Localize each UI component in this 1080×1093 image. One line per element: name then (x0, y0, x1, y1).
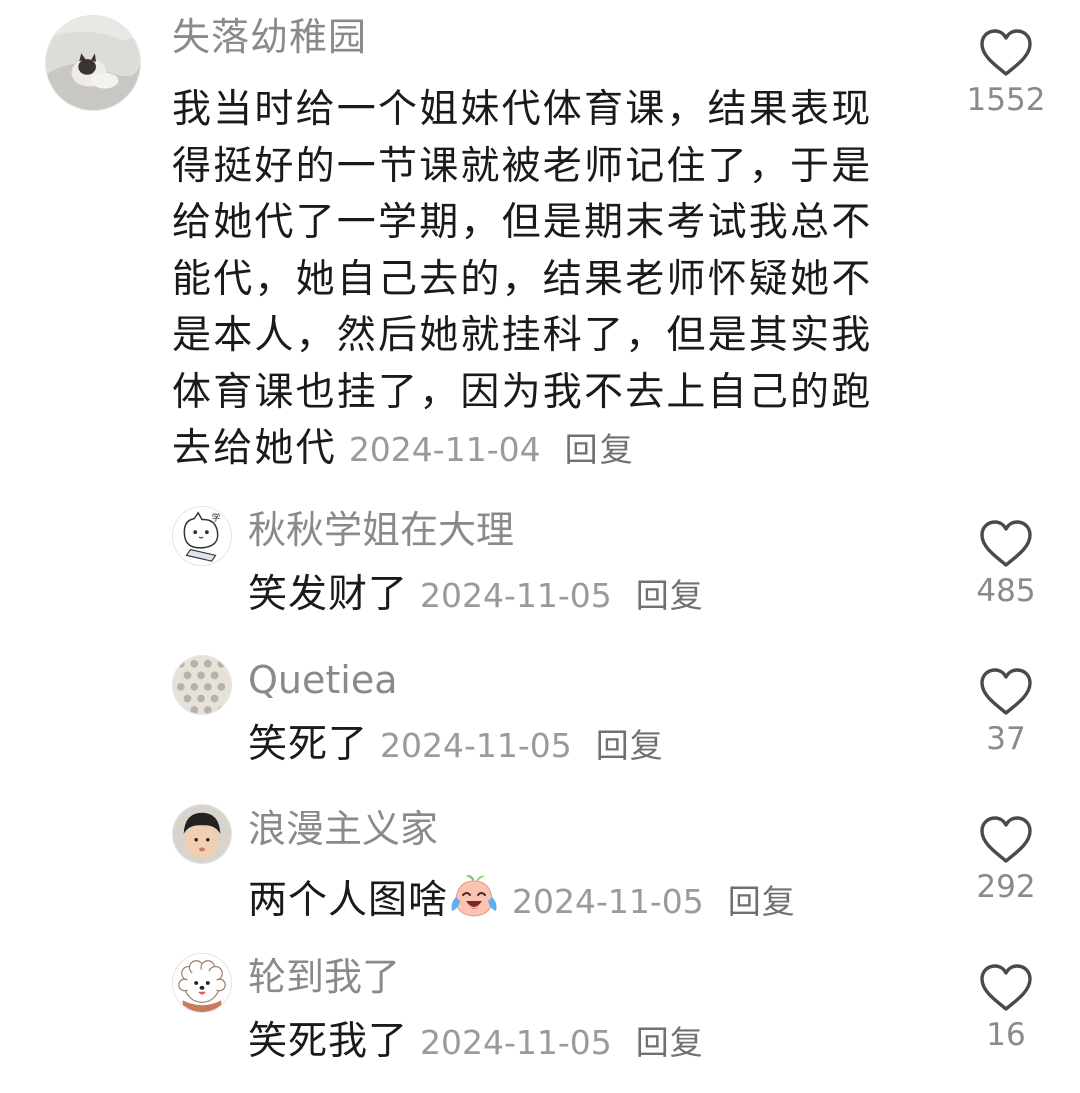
crying-laughing-peach-emoji-icon (451, 875, 497, 917)
like-button[interactable]: 292 (946, 814, 1066, 903)
comment-body: 我当时给一个姐妹代体育课，结果表现得挺好的一节课就被老师记住了，于是给她代了一学… (172, 87, 873, 471)
white-dog-avatar-icon (173, 954, 231, 1012)
heart-icon (980, 520, 1032, 567)
reply-username[interactable]: Quetiea (248, 661, 398, 699)
heart-icon (980, 668, 1032, 715)
like-count: 16 (986, 1017, 1026, 1053)
avatar[interactable] (172, 804, 232, 864)
reply-body: 笑发财了 (248, 572, 409, 617)
comment-date: 2024-11-04 (348, 430, 541, 469)
like-count: 1552 (966, 82, 1046, 118)
reply-body: 笑死了 (248, 722, 369, 767)
like-button[interactable]: 37 (946, 666, 1066, 755)
reply-username[interactable]: 轮到我了 (248, 958, 400, 996)
reply-button[interactable]: 回复 (636, 1023, 704, 1062)
comment-username[interactable]: 失落幼稚园 (172, 18, 367, 56)
reply-text: 笑死我了 2024-11-05 回复 (248, 1022, 704, 1061)
reply-username[interactable]: 浪漫主义家 (248, 810, 438, 848)
reply-button[interactable]: 回复 (636, 576, 704, 615)
avatar[interactable] (45, 15, 141, 111)
svg-text:学: 学 (212, 512, 221, 524)
comment-text: 我当时给一个姐妹代体育课，结果表现得挺好的一节课就被老师记住了，于是给她代了一学… (172, 82, 892, 479)
heart-icon (980, 964, 1032, 1011)
like-count: 485 (976, 573, 1036, 609)
reply-text: 两个人图啥 2024-11-05 回复 (248, 873, 796, 920)
avatar[interactable] (172, 655, 232, 715)
avatar[interactable]: 学 (172, 506, 232, 566)
like-count: 37 (986, 721, 1026, 757)
reply-date: 2024-11-05 (420, 1023, 612, 1062)
reply-text: 笑死了 2024-11-05 回复 (248, 725, 664, 764)
reply-button[interactable]: 回复 (728, 882, 796, 921)
like-button[interactable]: 16 (946, 962, 1066, 1051)
cat-photo-avatar-icon (46, 16, 140, 110)
reply-date: 2024-11-05 (380, 726, 572, 765)
pattern-avatar-icon (173, 656, 231, 714)
reply-button[interactable]: 回复 (565, 430, 635, 469)
avatar[interactable] (172, 953, 232, 1013)
cartoon-cat-avatar-icon: 学 (173, 507, 231, 565)
heart-icon (980, 816, 1032, 863)
like-button[interactable]: 485 (946, 518, 1066, 607)
reply-body: 两个人图啥 (248, 878, 449, 923)
like-button[interactable]: 1552 (946, 27, 1066, 116)
heart-icon (980, 29, 1032, 76)
reply-body: 笑死我了 (248, 1019, 409, 1064)
reply-date: 2024-11-05 (512, 882, 704, 921)
like-count: 292 (976, 869, 1036, 905)
reply-username[interactable]: 秋秋学姐在大理 (248, 511, 514, 549)
reply-text: 笑发财了 2024-11-05 回复 (248, 575, 704, 614)
reply-date: 2024-11-05 (420, 576, 612, 615)
reply-button[interactable]: 回复 (596, 726, 664, 765)
child-photo-avatar-icon (173, 805, 231, 863)
